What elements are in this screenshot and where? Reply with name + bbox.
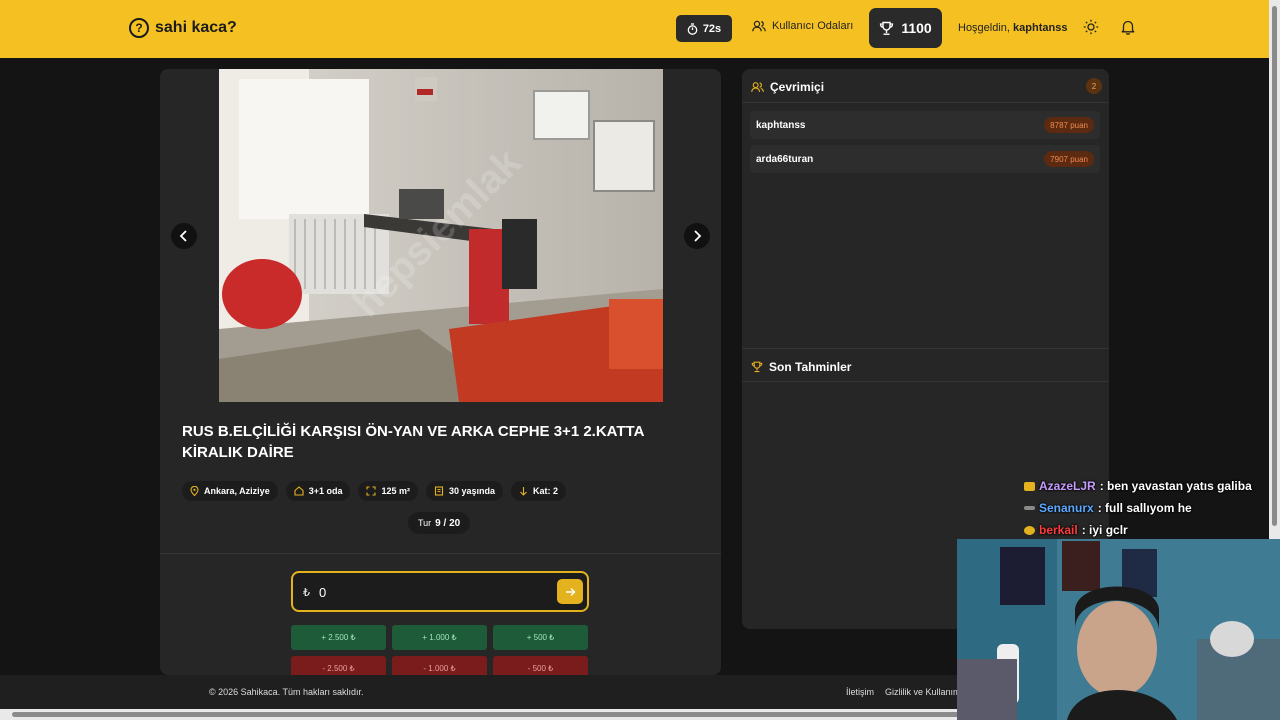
trophy-icon	[880, 21, 894, 35]
subtract-500-button[interactable]: - 500 ₺	[493, 656, 588, 675]
notifications-button[interactable]	[1120, 19, 1136, 40]
section-divider	[160, 553, 721, 554]
tag-age: 30 yaşında	[426, 481, 504, 501]
top-header: ? sahi kaca? 72s Kullanıcı Odaları 1100 …	[0, 0, 1280, 58]
location-pin-icon	[190, 486, 199, 496]
site-logo[interactable]: ? sahi kaca?	[129, 18, 237, 38]
footer-links: İletişim Gizlilik ve Kullanım	[846, 687, 961, 697]
welcome-prefix: Hoşgeldin,	[958, 22, 1010, 34]
recent-guesses-header: Son Tahminler	[751, 360, 851, 374]
chat-text: : iyi gclr	[1081, 523, 1128, 537]
online-header: Çevrimiçi	[751, 80, 824, 94]
webcam-overlay	[957, 539, 1280, 720]
vertical-scrollbar-thumb[interactable]	[1272, 6, 1277, 526]
subtract-2500-button[interactable]: - 2.500 ₺	[291, 656, 386, 675]
chat-username: Senanurx	[1039, 501, 1094, 515]
online-user-points: 7907 puan	[1044, 151, 1094, 167]
tag-floor: Kat: 2	[511, 481, 567, 501]
users-icon	[752, 20, 766, 32]
add-500-button[interactable]: + 500 ₺	[493, 625, 588, 650]
round-timer: 72s	[676, 15, 732, 42]
price-guess-input[interactable]	[319, 582, 549, 602]
rooms-label: Kullanıcı Odaları	[772, 20, 854, 32]
theme-toggle-button[interactable]	[1083, 19, 1099, 40]
subtract-1000-button[interactable]: - 1.000 ₺	[392, 656, 487, 675]
home-icon	[294, 486, 304, 496]
next-photo-button[interactable]	[684, 223, 710, 249]
contact-link[interactable]: İletişim	[846, 687, 874, 697]
trophy-icon	[751, 361, 763, 373]
sun-icon	[1083, 19, 1099, 35]
building-icon	[434, 486, 444, 496]
timer-value: 72s	[702, 22, 722, 35]
currency-symbol: ₺	[303, 587, 310, 599]
question-circle-icon: ?	[129, 18, 149, 38]
score-button[interactable]: 1100	[869, 8, 942, 48]
round-value: 9 / 20	[435, 517, 461, 529]
area-icon	[366, 486, 377, 496]
tag-rooms: 3+1 oda	[285, 481, 351, 501]
online-username: arda66turan	[756, 154, 814, 165]
tag-area-label: 125 m²	[381, 486, 411, 496]
tag-floor-label: Kat: 2	[533, 486, 559, 496]
bell-icon	[1121, 20, 1135, 35]
guess-form: ₺	[291, 571, 589, 612]
chat-message: berkail : iyi gclr	[1024, 519, 1252, 541]
chat-message: AzazeLJR : ben yavastan yatıs galiba	[1024, 475, 1252, 497]
listing-tags: Ankara, Aziziye 3+1 oda 125 m² 30 yaşınd…	[182, 481, 567, 501]
chat-badge-icon	[1024, 481, 1035, 491]
add-2500-button[interactable]: + 2.500 ₺	[291, 625, 386, 650]
chat-badge-icon	[1024, 506, 1035, 510]
users-icon	[751, 82, 764, 92]
recent-header-divider	[742, 381, 1109, 382]
privacy-link[interactable]: Gizlilik ve Kullanım	[885, 687, 961, 697]
round-label: Tur	[418, 518, 432, 528]
listing-title: RUS B.ELÇİLİĞİ KARŞISI ÖN-YAN VE ARKA CE…	[182, 423, 644, 461]
tag-location: Ankara, Aziziye	[182, 481, 278, 501]
round-indicator: Tur 9 / 20	[408, 512, 471, 534]
chevron-left-icon	[179, 230, 187, 242]
listing-panel: hepsiemlak RUS B.ELÇİLİĞİ KARŞISI ÖN-YAN…	[160, 69, 721, 675]
online-user-row: arda66turan 7907 puan	[750, 145, 1100, 173]
chevron-right-icon	[694, 230, 702, 242]
chat-badge-icon	[1024, 525, 1035, 535]
online-count-badge: 2	[1086, 78, 1102, 94]
online-user-points: 8787 puan	[1044, 117, 1094, 133]
recent-top-divider	[742, 348, 1109, 349]
chat-username: berkail	[1039, 523, 1078, 537]
tag-age-label: 30 yaşında	[449, 486, 496, 496]
stopwatch-icon	[687, 22, 698, 35]
welcome-text: Hoşgeldin, kaphtanss	[958, 22, 1067, 34]
price-step-buttons: + 2.500 ₺ + 1.000 ₺ + 500 ₺ - 2.500 ₺ - …	[291, 625, 588, 675]
chat-text: : full sallıyom he	[1097, 501, 1192, 515]
listing-photo: hepsiemlak	[219, 69, 663, 402]
recent-guesses-title: Son Tahminler	[769, 360, 852, 374]
add-1000-button[interactable]: + 1.000 ₺	[392, 625, 487, 650]
chat-username: AzazeLJR	[1039, 479, 1096, 493]
tag-location-label: Ankara, Aziziye	[204, 486, 270, 496]
user-rooms-link[interactable]: Kullanıcı Odaları	[752, 20, 853, 32]
online-username: kaphtanss	[756, 120, 806, 131]
tag-rooms-label: 3+1 oda	[308, 486, 343, 496]
online-user-row: kaphtanss 8787 puan	[750, 111, 1100, 139]
copyright-text: © 2026 Sahikaca. Tüm hakları saklıdır.	[209, 687, 364, 697]
previous-photo-button[interactable]	[171, 223, 197, 249]
submit-guess-button[interactable]	[557, 579, 583, 604]
floor-arrow-icon	[520, 487, 527, 496]
chat-text: : ben yavastan yatıs galiba	[1099, 479, 1252, 493]
tag-area: 125 m²	[358, 481, 419, 501]
stream-chat-overlay: AzazeLJR : ben yavastan yatıs galiba Sen…	[1024, 475, 1252, 541]
header-username: kaphtanss	[1013, 22, 1068, 34]
logo-text: sahi kaca?	[155, 19, 237, 36]
chat-message: Senanurx : full sallıyom he	[1024, 497, 1252, 519]
online-title: Çevrimiçi	[770, 80, 825, 94]
arrow-right-icon	[565, 587, 575, 596]
score-value: 1100	[901, 20, 932, 36]
online-header-divider	[742, 102, 1109, 103]
